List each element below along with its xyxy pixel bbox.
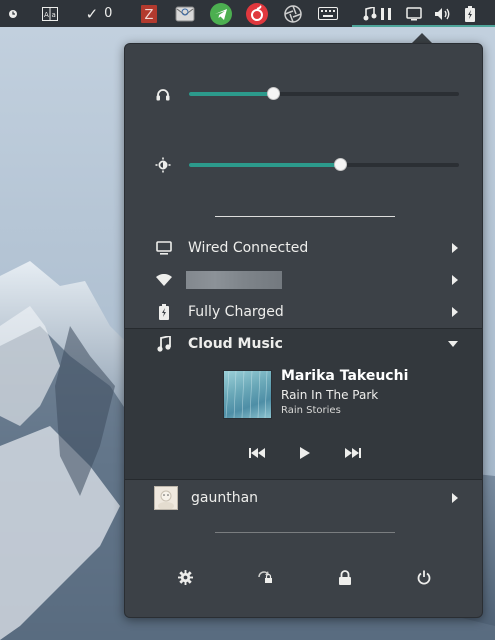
- separator: [215, 532, 395, 533]
- media-player-header[interactable]: Cloud Music: [125, 328, 484, 360]
- keyboard-icon[interactable]: [316, 0, 340, 27]
- headphones-icon: [155, 86, 171, 102]
- brightness-icon: [155, 157, 171, 173]
- display-icon[interactable]: [404, 0, 424, 27]
- clock-icon[interactable]: [4, 0, 22, 27]
- submenu-arrow-icon: [452, 493, 458, 503]
- track-title: Rain In The Park: [281, 388, 379, 402]
- checkmark-icon: ✓: [85, 4, 99, 23]
- volume-icon[interactable]: [432, 0, 454, 27]
- media-app-label: Cloud Music: [188, 336, 283, 352]
- svg-text:a: a: [52, 11, 56, 19]
- svg-text:Z: Z: [145, 8, 154, 23]
- volume-slider-row: [125, 80, 484, 110]
- album-art: [223, 370, 272, 419]
- todo-count: 0: [104, 6, 113, 21]
- volume-slider-fill: [189, 92, 273, 96]
- track-album: Rain Stories: [281, 405, 341, 416]
- volume-slider-handle[interactable]: [266, 87, 280, 100]
- battery-charged-icon: [155, 303, 173, 321]
- separator: [215, 216, 395, 217]
- previous-track-button[interactable]: [247, 445, 267, 461]
- battery-item[interactable]: Fully Charged: [125, 296, 484, 328]
- play-button[interactable]: [295, 445, 315, 461]
- avatar: [154, 486, 178, 510]
- volume-slider[interactable]: [189, 87, 459, 100]
- submenu-arrow-icon: [452, 243, 458, 253]
- language-switch-icon[interactable]: Aa: [40, 0, 60, 27]
- system-menu: Wired Connected Fully Charged Cloud Musi…: [124, 43, 483, 618]
- shutter-icon[interactable]: [282, 0, 304, 27]
- redacted-network-name: [186, 271, 282, 289]
- user-item[interactable]: gaunthan: [125, 482, 484, 514]
- menu-arrow: [412, 33, 432, 43]
- media-playing-icon[interactable]: [362, 0, 396, 27]
- active-indicator: [352, 25, 495, 27]
- submenu-arrow-icon: [452, 275, 458, 285]
- zotero-icon[interactable]: Z: [140, 0, 158, 27]
- brightness-slider-row: [125, 151, 484, 181]
- user-name: gaunthan: [191, 490, 259, 506]
- top-panel: Aa ✓ 0 Z: [0, 0, 495, 27]
- wifi-network-item[interactable]: [125, 264, 484, 296]
- mail-icon[interactable]: [174, 0, 196, 27]
- settings-button[interactable]: [176, 568, 194, 586]
- battery-icon[interactable]: [462, 0, 478, 27]
- collapse-arrow-icon: [448, 341, 458, 347]
- wired-network-item[interactable]: Wired Connected: [125, 232, 484, 264]
- lock-button[interactable]: [336, 568, 354, 586]
- switch-user-icon[interactable]: [256, 568, 274, 586]
- track-artist: Marika Takeuchi: [281, 368, 409, 384]
- svg-text:A: A: [44, 11, 49, 19]
- telegram-icon[interactable]: [208, 0, 234, 27]
- monitor-icon: [155, 239, 173, 257]
- wifi-icon: [155, 271, 173, 289]
- music-note-icon: [155, 335, 173, 353]
- power-button[interactable]: [415, 568, 433, 586]
- netease-music-icon[interactable]: [244, 0, 270, 27]
- submenu-arrow-icon: [452, 307, 458, 317]
- todo-indicator[interactable]: ✓ 0: [80, 0, 118, 27]
- brightness-slider[interactable]: [189, 158, 459, 171]
- wired-network-label: Wired Connected: [188, 240, 309, 256]
- battery-label: Fully Charged: [188, 304, 284, 320]
- brightness-slider-handle[interactable]: [334, 158, 348, 171]
- next-track-button[interactable]: [343, 445, 363, 461]
- brightness-slider-fill: [189, 163, 341, 167]
